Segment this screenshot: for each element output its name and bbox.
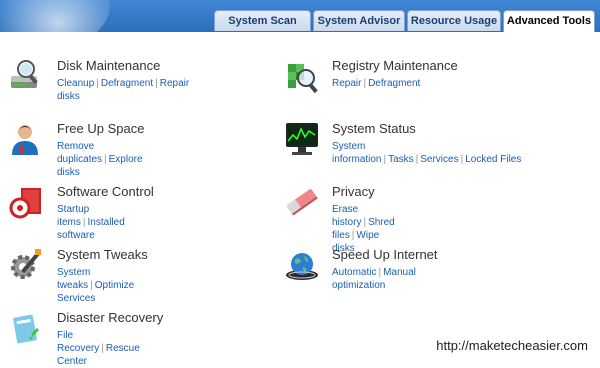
repair-link[interactable]: Repair: [332, 78, 361, 89]
tasks-link[interactable]: Tasks: [388, 154, 414, 165]
tab-system-scan[interactable]: System Scan: [214, 10, 311, 31]
locked-files-link[interactable]: Locked Files: [465, 154, 521, 165]
disk-maintenance-icon: [9, 58, 45, 94]
system-tweaks-title: System Tweaks: [57, 247, 148, 262]
system-information-link[interactable]: System information: [332, 141, 381, 165]
services-link[interactable]: Services: [420, 154, 458, 165]
system-tweaks-icon: [9, 247, 45, 283]
file-recovery-link[interactable]: File Recovery: [57, 330, 99, 354]
disaster-recovery-links: File Recovery | Rescue Center: [57, 330, 140, 367]
tab-system-advisor[interactable]: System Advisor: [313, 10, 405, 31]
disk-maintenance-title: Disk Maintenance: [57, 58, 161, 73]
tab-resource-usage[interactable]: Resource Usage: [407, 10, 501, 31]
software-control-icon: [9, 184, 45, 220]
disk-maintenance-links: Cleanup | Defragment | Repair disks: [57, 78, 190, 102]
system-tweaks-links: System tweaks | Optimize Services: [57, 267, 135, 304]
header-bar: System Scan System Advisor Resource Usag…: [0, 0, 600, 50]
speed-up-internet-title: Speed Up Internet: [332, 247, 438, 262]
erase-history-link[interactable]: Erase history: [332, 204, 361, 228]
speed-up-internet-icon: [284, 247, 320, 283]
disaster-recovery-title: Disaster Recovery: [57, 310, 164, 325]
registry-maintenance-links: Repair | Defragment: [332, 78, 421, 89]
system-tweaks-link[interactable]: System tweaks: [57, 267, 90, 291]
system-status-icon: [284, 121, 320, 157]
remove-duplicates-link[interactable]: Remove duplicates: [57, 141, 102, 165]
software-control-title: Software Control: [57, 184, 154, 199]
privacy-eraser-icon: [284, 184, 320, 220]
free-up-space-icon: [9, 121, 45, 157]
cleanup-link[interactable]: Cleanup: [57, 78, 94, 89]
free-up-space-title: Free Up Space: [57, 121, 145, 136]
free-up-space-links: Remove duplicates | Explore disks: [57, 141, 143, 178]
registry-maintenance-title: Registry Maintenance: [332, 58, 458, 73]
software-control-links: Startup items | Installed software: [57, 204, 125, 241]
defragment-link[interactable]: Defragment: [101, 78, 153, 89]
privacy-title: Privacy: [332, 184, 375, 199]
tab-advanced-tools[interactable]: Advanced Tools: [503, 10, 595, 32]
speed-up-internet-links: Automatic | Manual optimization: [332, 267, 416, 291]
disaster-recovery-icon: [9, 310, 45, 346]
registry-defragment-link[interactable]: Defragment: [368, 78, 420, 89]
registry-maintenance-icon: [284, 58, 320, 94]
advanced-tools-panel: Disk Maintenance Cleanup | Defragment | Repa…: [0, 32, 600, 367]
system-status-title: System Status: [332, 121, 416, 136]
watermark-text: http://maketecheasier.com: [434, 338, 590, 353]
system-status-links: System information | Tasks | Services | Locked…: [332, 141, 522, 165]
automatic-link[interactable]: Automatic: [332, 267, 376, 278]
